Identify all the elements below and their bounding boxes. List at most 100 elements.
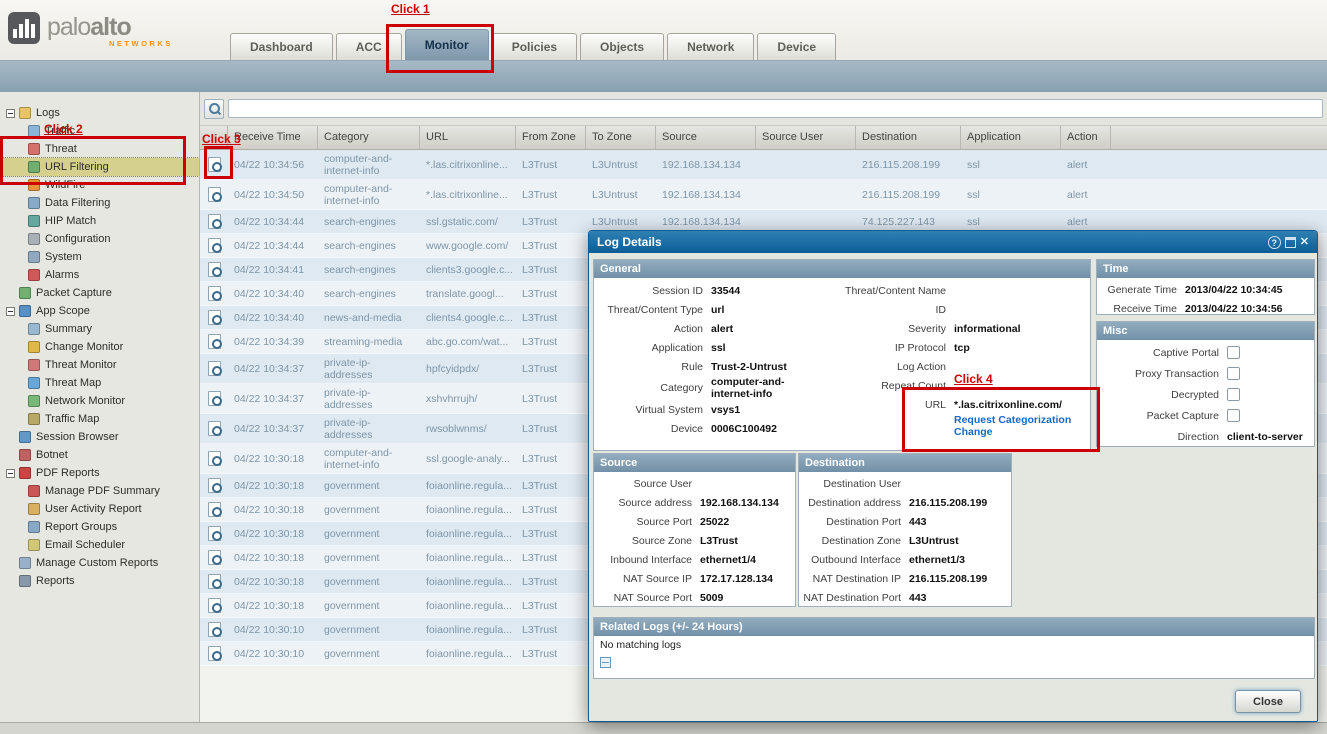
log-row[interactable]: 04/22 10:34:56computer-and-internet-info… <box>200 150 1327 180</box>
sidebar-item-url-filtering[interactable]: URL Filtering <box>0 158 199 176</box>
tab-dashboard[interactable]: Dashboard <box>230 33 333 60</box>
sidebar-item-label: Report Groups <box>45 518 117 536</box>
log-filter-input[interactable] <box>228 99 1323 118</box>
log-row[interactable]: 04/22 10:34:50computer-and-internet-info… <box>200 180 1327 210</box>
packet-capture-checkbox[interactable] <box>1227 409 1240 422</box>
sidebar-item-alarms[interactable]: Alarms <box>0 266 199 284</box>
sidebar-item-reports[interactable]: Reports <box>0 572 199 590</box>
destination-section-header: Destination <box>799 454 1011 472</box>
log-detail-magnifier-icon[interactable] <box>208 187 221 202</box>
tab-objects[interactable]: Objects <box>580 33 664 60</box>
col-header-application[interactable]: Application <box>961 126 1061 149</box>
cell-category: computer-and-internet-info <box>318 181 420 209</box>
log-detail-magnifier-icon[interactable] <box>208 286 221 301</box>
log-detail-magnifier-icon[interactable] <box>208 391 221 406</box>
sidebar-item-traffic[interactable]: Traffic <box>0 122 199 140</box>
sidebar-item-data-filtering[interactable]: Data Filtering <box>0 194 199 212</box>
log-detail-magnifier-icon[interactable] <box>208 262 221 277</box>
misc-checkbox-row: Packet Capture <box>1097 405 1314 426</box>
maximize-icon[interactable] <box>1285 237 1296 248</box>
cell-from-zone: L3Trust <box>516 550 586 566</box>
log-row-detail-cell <box>200 155 228 174</box>
col-header-source[interactable]: Source <box>656 126 756 149</box>
related-logs-grid-icon[interactable] <box>600 657 611 668</box>
col-header-receive-time[interactable]: Receive Time <box>228 126 318 149</box>
cell-category: private-ip-addresses <box>318 355 420 383</box>
log-detail-magnifier-icon[interactable] <box>208 451 221 466</box>
cell-url: *.las.citrixonline... <box>420 157 516 173</box>
tab-policies[interactable]: Policies <box>492 33 577 60</box>
log-detail-magnifier-icon[interactable] <box>208 361 221 376</box>
request-categorization-change-link[interactable]: Request Categorization Change <box>954 414 1090 438</box>
sidebar-item-botnet[interactable]: Botnet <box>0 446 199 464</box>
log-detail-magnifier-icon[interactable] <box>208 238 221 253</box>
sidebar-item-threat-map[interactable]: Threat Map <box>0 374 199 392</box>
toolbar-band <box>0 60 1327 92</box>
log-detail-magnifier-icon[interactable] <box>208 502 221 517</box>
cell-from-zone: L3Trust <box>516 238 586 254</box>
sidebar-item-logs[interactable]: Logs <box>0 104 199 122</box>
log-detail-magnifier-icon[interactable] <box>208 598 221 613</box>
decrypted-checkbox[interactable] <box>1227 388 1240 401</box>
sidebar-item-network-monitor[interactable]: Network Monitor <box>0 392 199 410</box>
log-detail-magnifier-icon[interactable] <box>208 334 221 349</box>
field-row: Directionclient-to-server <box>1097 426 1314 447</box>
log-detail-magnifier-icon[interactable] <box>208 214 221 229</box>
dialog-titlebar[interactable]: Log Details ? ✕ <box>589 231 1317 253</box>
log-detail-magnifier-icon[interactable] <box>208 310 221 325</box>
sidebar-item-configuration[interactable]: Configuration <box>0 230 199 248</box>
tree-expander-icon[interactable] <box>6 469 15 478</box>
cell-from-zone: L3Trust <box>516 157 586 173</box>
col-header-source-user[interactable]: Source User <box>756 126 856 149</box>
sidebar-item-app-scope[interactable]: App Scope <box>0 302 199 320</box>
sidebar-item-user-activity-report[interactable]: User Activity Report <box>0 500 199 518</box>
field-label: Application <box>596 342 711 354</box>
log-detail-magnifier-icon[interactable] <box>208 646 221 661</box>
help-icon[interactable]: ? <box>1268 236 1281 249</box>
log-detail-magnifier-icon[interactable] <box>208 622 221 637</box>
log-detail-magnifier-icon[interactable] <box>208 550 221 565</box>
sidebar-item-threat-monitor[interactable]: Threat Monitor <box>0 356 199 374</box>
sidebar-item-threat[interactable]: Threat <box>0 140 199 158</box>
log-detail-magnifier-icon[interactable] <box>208 574 221 589</box>
log-detail-magnifier-icon[interactable] <box>208 157 221 172</box>
sidebar-item-session-browser[interactable]: Session Browser <box>0 428 199 446</box>
col-header-action[interactable]: Action <box>1061 126 1111 149</box>
tab-device[interactable]: Device <box>757 33 836 60</box>
col-header-destination[interactable]: Destination <box>856 126 961 149</box>
sidebar-item-label: Botnet <box>36 446 68 464</box>
sidebar-item-manage-custom-reports[interactable]: Manage Custom Reports <box>0 554 199 572</box>
col-header-from-zone[interactable]: From Zone <box>516 126 586 149</box>
cell-receive-time: 04/22 10:30:18 <box>228 478 318 494</box>
tree-expander-icon[interactable] <box>6 307 15 316</box>
col-header-url[interactable]: URL <box>420 126 516 149</box>
sidebar-item-change-monitor[interactable]: Change Monitor <box>0 338 199 356</box>
sidebar-item-packet-capture[interactable]: Packet Capture <box>0 284 199 302</box>
sidebar-item-pdf-reports[interactable]: PDF Reports <box>0 464 199 482</box>
field-value: 2013/04/22 10:34:45 <box>1185 284 1283 296</box>
sidebar-item-system[interactable]: System <box>0 248 199 266</box>
col-header-category[interactable]: Category <box>318 126 420 149</box>
close-icon[interactable]: ✕ <box>1300 236 1309 249</box>
col-header-to-zone[interactable]: To Zone <box>586 126 656 149</box>
tab-acc[interactable]: ACC <box>336 33 402 60</box>
log-detail-magnifier-icon[interactable] <box>208 526 221 541</box>
filter-search-icon[interactable] <box>204 99 224 119</box>
sidebar-item-manage-pdf-summary[interactable]: Manage PDF Summary <box>0 482 199 500</box>
sidebar-item-traffic-map[interactable]: Traffic Map <box>0 410 199 428</box>
log-detail-magnifier-icon[interactable] <box>208 421 221 436</box>
proxy-transaction-checkbox[interactable] <box>1227 367 1240 380</box>
traffic-map-icon <box>28 413 40 425</box>
tab-network[interactable]: Network <box>667 33 754 60</box>
sidebar-item-hip-match[interactable]: HIP Match <box>0 212 199 230</box>
field-row: NAT Destination Port443 <box>799 588 1011 607</box>
tab-monitor[interactable]: Monitor <box>405 29 489 60</box>
log-detail-magnifier-icon[interactable] <box>208 478 221 493</box>
sidebar-item-report-groups[interactable]: Report Groups <box>0 518 199 536</box>
sidebar-item-wildfire[interactable]: WildFire <box>0 176 199 194</box>
captive-portal-checkbox[interactable] <box>1227 346 1240 359</box>
close-button[interactable]: Close <box>1235 690 1301 713</box>
sidebar-item-summary[interactable]: Summary <box>0 320 199 338</box>
sidebar-item-email-scheduler[interactable]: Email Scheduler <box>0 536 199 554</box>
tree-expander-icon[interactable] <box>6 109 15 118</box>
